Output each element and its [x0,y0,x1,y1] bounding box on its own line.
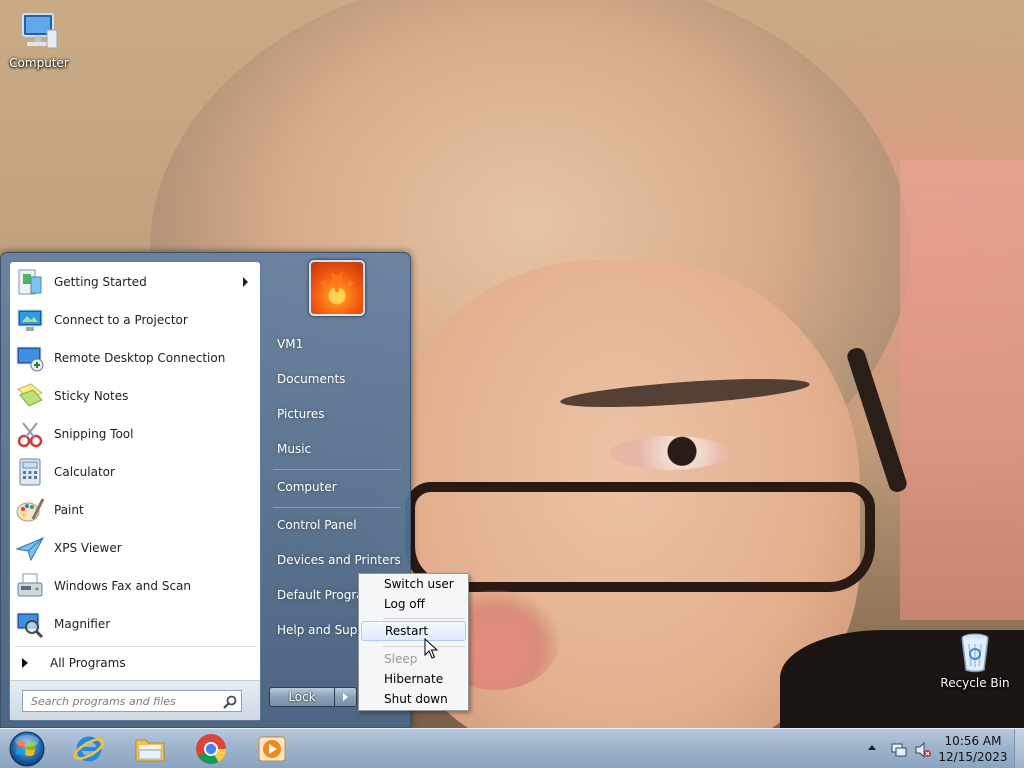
internet-explorer-icon [73,736,105,762]
start-link-documents[interactable]: Documents [269,364,403,394]
start-item-snipping-tool[interactable]: Snipping Tool [12,416,258,452]
power-options-menu: Switch user Log off Restart Sleep Hibern… [358,573,469,711]
windows-explorer-icon [135,739,165,762]
program-label: Connect to a Projector [54,313,188,327]
recycle-bin-icon [953,630,997,674]
snipping-tool-icon [14,418,46,450]
start-item-getting-started[interactable]: Getting Started [12,264,258,300]
start-link-music[interactable]: Music [269,434,403,464]
start-item-sticky-notes[interactable]: Sticky Notes [12,378,258,414]
menu-item-restart[interactable]: Restart [361,621,466,641]
menu-item-hibernate[interactable]: Hibernate [361,669,466,689]
media-player-icon [258,736,286,762]
magnifier-icon [14,608,46,640]
places-separator [273,507,401,508]
start-item-fax-scan[interactable]: Windows Fax and Scan [12,568,258,604]
start-button[interactable] [5,730,49,768]
projector-icon [14,304,46,336]
mouse-cursor-icon [424,638,438,659]
program-label: Remote Desktop Connection [54,351,226,365]
start-link-user-folder[interactable]: VM1 [269,329,403,359]
taskbar-clock[interactable]: 10:56 AM 12/15/2023 [936,733,1010,765]
wallpaper-glasses [405,482,875,592]
start-link-computer[interactable]: Computer [269,472,403,502]
desktop-icon-label: Recycle Bin [940,676,1010,690]
sticky-notes-icon [14,380,46,412]
computer-icon [17,10,61,54]
getting-started-icon [14,266,46,298]
calculator-icon [14,456,46,488]
program-label: Snipping Tool [54,427,134,441]
network-icon[interactable] [890,741,908,759]
arrow-right-icon [22,658,28,668]
paint-icon [14,494,46,526]
places-separator [273,469,401,470]
start-item-paint[interactable]: Paint [12,492,258,528]
program-label: XPS Viewer [54,541,122,555]
start-link-control-panel[interactable]: Control Panel [269,510,403,540]
wallpaper-eye [610,436,730,470]
show-hidden-icons-button[interactable] [868,745,876,750]
program-label: Windows Fax and Scan [54,579,192,593]
start-item-magnifier[interactable]: Magnifier [12,606,258,642]
search-input[interactable] [22,690,242,712]
all-programs-separator [14,646,256,647]
chrome-icon [196,734,226,764]
menu-item-log-off[interactable]: Log off [361,594,466,614]
taskbar-chrome[interactable] [182,731,240,767]
start-item-remote-desktop[interactable]: Remote Desktop Connection [12,340,258,376]
wallpaper-towel [900,160,1024,620]
volume-muted-icon[interactable] [914,741,932,759]
taskbar-media-player[interactable] [243,731,301,767]
program-label: Paint [54,503,84,517]
search-icon[interactable] [222,694,238,710]
program-label: Magnifier [54,617,111,631]
search-box-area [10,680,260,720]
start-menu-programs-pane: Getting Started Connect to a Projector R… [9,261,261,721]
menu-item-switch-user[interactable]: Switch user [361,574,466,594]
taskbar-windows-explorer[interactable] [121,731,179,767]
start-item-connect-projector[interactable]: Connect to a Projector [12,302,258,338]
start-item-calculator[interactable]: Calculator [12,454,258,490]
fax-scan-icon [14,570,46,602]
taskbar: 10:56 AM 12/15/2023 [0,728,1024,768]
start-item-xps-viewer[interactable]: XPS Viewer [12,530,258,566]
taskbar-internet-explorer[interactable] [60,731,118,767]
clock-date: 12/15/2023 [938,750,1008,764]
submenu-arrow-icon [243,277,248,287]
xps-viewer-icon [14,532,46,564]
desktop-icon-computer[interactable]: Computer [4,10,74,70]
desktop-icon-recycle-bin[interactable]: Recycle Bin [940,630,1010,690]
start-link-pictures[interactable]: Pictures [269,399,403,429]
program-label: Calculator [54,465,115,479]
program-label: Getting Started [54,275,147,289]
clock-time: 10:56 AM [944,734,1002,748]
user-avatar[interactable] [309,260,365,316]
remote-desktop-icon [14,342,46,374]
arrow-right-icon [343,693,348,701]
start-link-devices-printers[interactable]: Devices and Printers [269,545,403,575]
power-options-arrow-button[interactable] [335,687,357,707]
all-programs-label: All Programs [50,656,126,670]
menu-item-sleep: Sleep [384,652,418,666]
program-label: Sticky Notes [54,389,129,403]
show-desktop-button[interactable] [1014,729,1024,768]
menu-item-shut-down[interactable]: Shut down [361,689,466,709]
lock-button[interactable]: Lock [269,687,335,707]
all-programs-button[interactable]: All Programs [12,650,258,676]
menu-separator [383,618,465,619]
start-menu: Getting Started Connect to a Projector R… [0,252,411,728]
desktop-icon-label: Computer [9,56,69,70]
